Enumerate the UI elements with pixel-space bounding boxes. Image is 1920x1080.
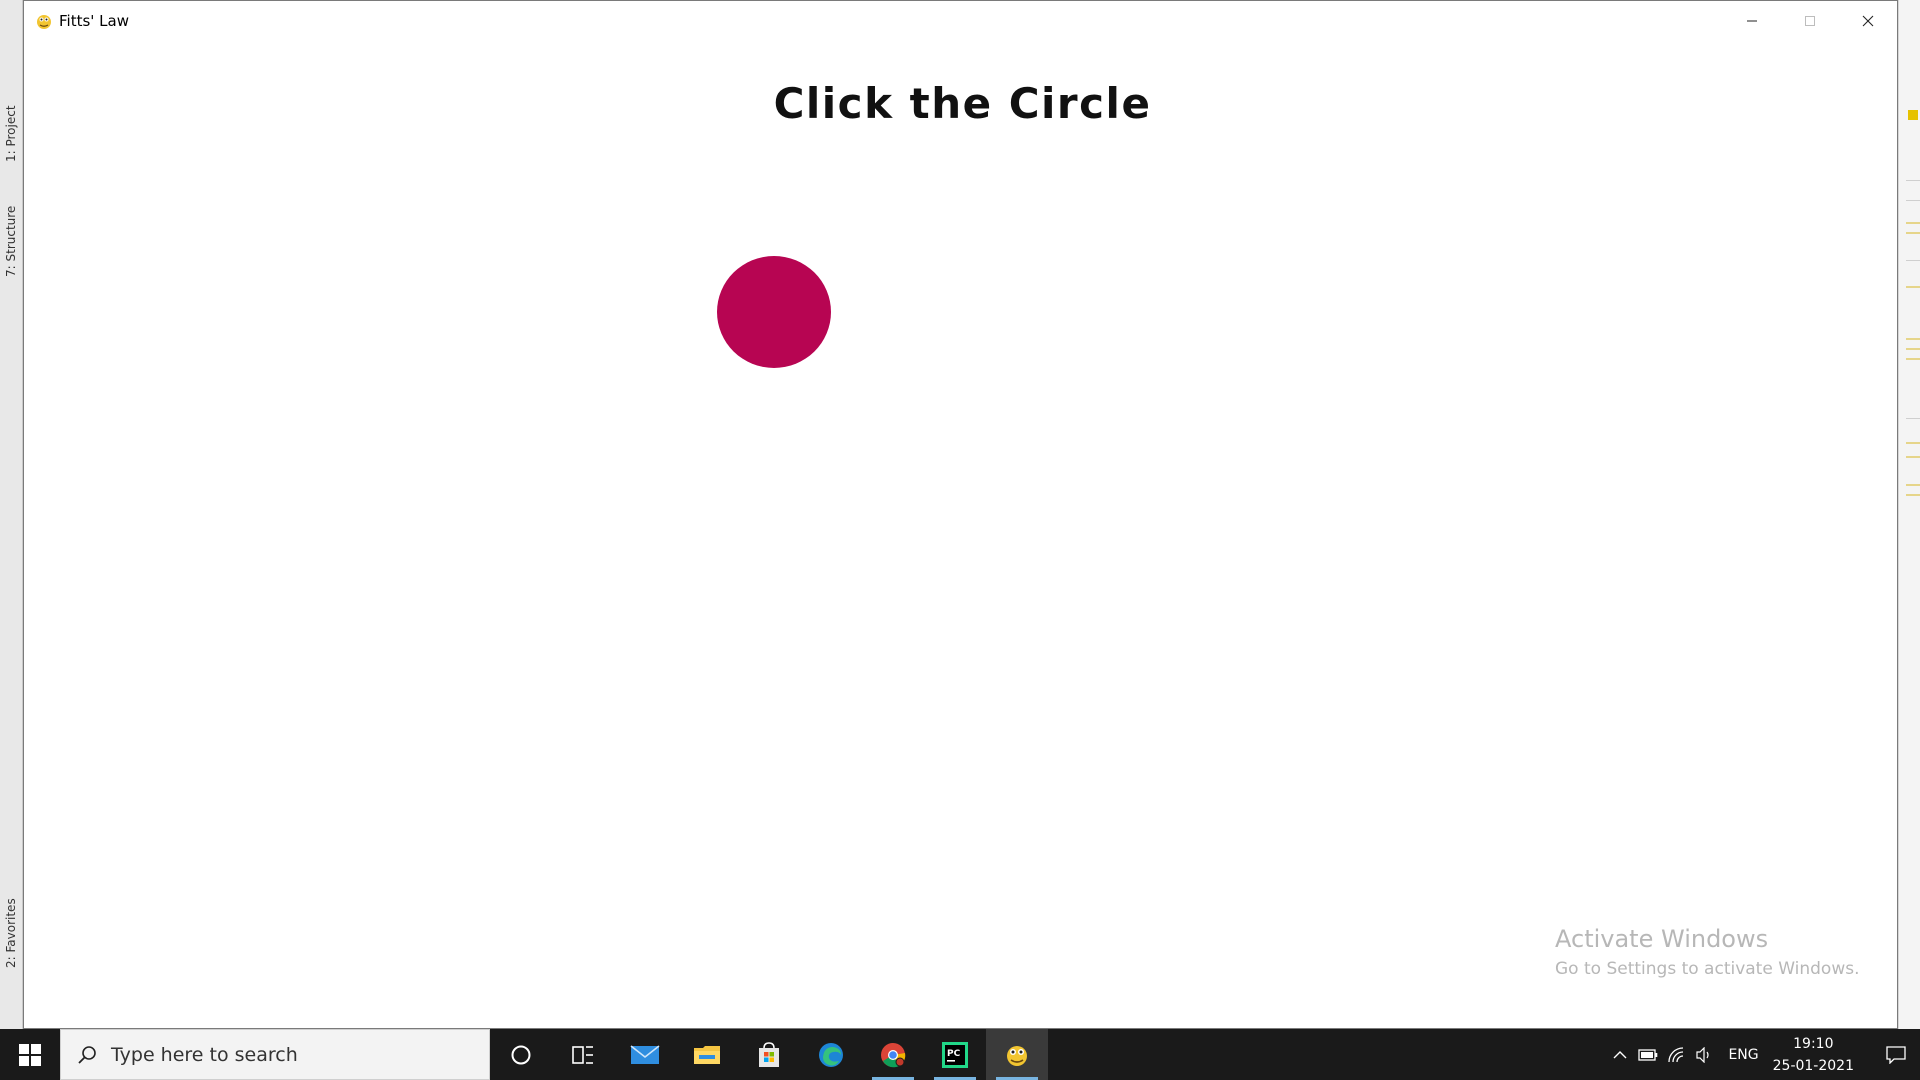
file-explorer-app[interactable] [676,1029,738,1080]
taskbar-search-box[interactable]: Type here to search [60,1029,490,1080]
ide-tab-project-label: 1: Project [4,105,18,162]
ide-left-toolbar: 1: Project 7: Structure 2: Favorites [0,0,23,1029]
store-app[interactable] [738,1029,800,1080]
activate-windows-watermark: Activate Windows Go to Settings to activ… [1555,925,1860,979]
speaker-icon [1696,1046,1710,1063]
mail-icon [630,1044,660,1064]
close-icon [1862,15,1874,27]
ide-right-gutter [1898,0,1920,1029]
store-icon [759,1041,779,1067]
taskbar: Type here to search PC ENG 19:10 25-01-2… [0,1029,1920,1080]
notification-icon [1886,1045,1906,1064]
pygame-snake-icon [37,15,51,29]
pycharm-icon: PC [942,1041,968,1068]
target-circle[interactable] [717,256,831,368]
start-button[interactable] [0,1029,60,1080]
cortana-button[interactable] [490,1029,552,1080]
windows-logo-icon [19,1043,41,1066]
action-center-button[interactable] [1872,1029,1920,1080]
volume-button[interactable] [1690,1029,1718,1080]
close-button[interactable] [1839,1,1897,41]
pygame-app[interactable] [986,1029,1048,1080]
svg-text:PC: PC [947,1049,961,1059]
wifi-icon [1668,1046,1684,1062]
clock[interactable]: 19:10 25-01-2021 [1773,1033,1854,1077]
chevron-up-icon [1613,1050,1627,1058]
chrome-icon [881,1042,906,1067]
file-explorer-icon [694,1045,720,1064]
edge-icon [819,1042,843,1067]
search-placeholder: Type here to search [111,1043,298,1066]
task-view-icon [572,1045,593,1064]
system-tray: ENG 19:10 25-01-2021 [1606,1029,1920,1080]
pygame-icon [1007,1045,1027,1066]
minimize-icon [1747,20,1757,22]
cortana-icon [511,1045,531,1064]
task-view-button[interactable] [552,1029,614,1080]
maximize-button[interactable] [1781,1,1839,41]
clock-date: 25-01-2021 [1772,1057,1854,1074]
battery-icon [1638,1048,1658,1061]
game-canvas[interactable]: Click the Circle Activate Windows Go to … [24,41,1897,1028]
network-button[interactable] [1662,1029,1690,1080]
input-language[interactable]: ENG [1728,1047,1758,1063]
ide-tab-structure-label: 7: Structure [4,205,18,277]
search-icon [78,1045,96,1064]
chrome-app[interactable] [862,1029,924,1080]
show-hidden-icons-button[interactable] [1606,1029,1634,1080]
battery-button[interactable] [1634,1029,1662,1080]
edge-app[interactable] [800,1029,862,1080]
page-title: Click the Circle [773,79,1152,128]
ide-tab-favorites[interactable]: 2: Favorites [2,872,20,968]
watermark-subtitle: Go to Settings to activate Windows. [1555,959,1860,979]
fitts-law-window: Fitts' Law Click the Circle Activate Win… [23,0,1898,1029]
maximize-icon [1805,16,1815,26]
ide-tab-favorites-label: 2: Favorites [4,898,18,968]
minimize-button[interactable] [1723,1,1781,41]
ide-tab-structure[interactable]: 7: Structure [2,185,20,277]
ide-warning-marker [1908,110,1918,120]
watermark-title: Activate Windows [1555,925,1769,953]
mail-app[interactable] [614,1029,676,1080]
window-title: Fitts' Law [59,12,129,30]
clock-time: 19:10 [1793,1035,1834,1052]
pycharm-app[interactable]: PC [924,1029,986,1080]
title-bar[interactable]: Fitts' Law [24,1,1897,41]
ide-tab-project[interactable]: 1: Project [2,82,20,162]
